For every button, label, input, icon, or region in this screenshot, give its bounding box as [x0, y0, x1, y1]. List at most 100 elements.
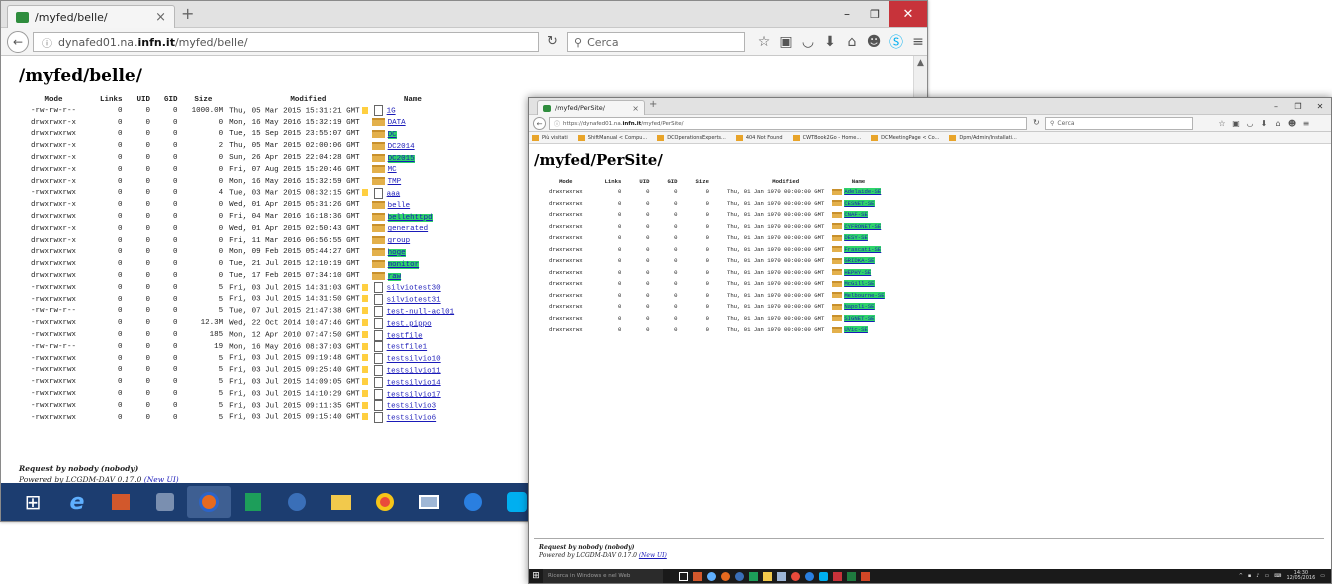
tray-battery-icon[interactable]: ▭: [1264, 573, 1269, 579]
site-link[interactable]: McGill-SE: [844, 280, 875, 288]
entry-link[interactable]: testsilvio3: [387, 403, 437, 411]
chat-icon-2[interactable]: ☻: [1285, 119, 1299, 128]
globe-icon-2[interactable]: [805, 571, 814, 581]
home-icon-2[interactable]: ⌂: [1271, 119, 1285, 128]
site-link[interactable]: Frascati-SE: [844, 245, 882, 253]
bookmark-item[interactable]: DCMeetingPage < Co...: [871, 134, 939, 141]
maximize-icon[interactable]: ❐: [861, 1, 889, 27]
site-link[interactable]: CNAF-SE: [844, 211, 868, 219]
firefox-icon[interactable]: [187, 486, 231, 518]
entry-link[interactable]: testsilvio10: [387, 356, 441, 364]
info-icon[interactable]: ⓘ: [42, 35, 52, 50]
url-bar[interactable]: ⓘ dynafed01.na. infn.it/myfed/belle/: [33, 32, 539, 52]
back-arrow-icon-2[interactable]: ←: [533, 117, 546, 130]
site-link[interactable]: UVic-SE: [844, 326, 868, 334]
reload-icon[interactable]: ↻: [547, 34, 558, 49]
entry-link[interactable]: testsilvio11: [387, 367, 441, 375]
site-link[interactable]: SIGNET-SE: [844, 314, 875, 322]
close-tab-icon-2[interactable]: ×: [632, 104, 639, 113]
calendar-icon[interactable]: [231, 486, 275, 518]
excel-icon[interactable]: [847, 571, 856, 581]
bookmark-item[interactable]: ShiftManual < Compu...: [577, 134, 647, 141]
tray-chevron-icon[interactable]: ^: [1239, 573, 1243, 579]
file-explorer-icon[interactable]: [319, 486, 363, 518]
site-link[interactable]: Melbourne-SE: [844, 291, 885, 299]
tray-network-icon[interactable]: ▪: [1248, 573, 1251, 579]
menu-icon[interactable]: ≡: [907, 34, 927, 50]
edge-icon[interactable]: e: [55, 486, 99, 518]
close-window-icon-2[interactable]: ✕: [1309, 98, 1331, 114]
reading-list-icon[interactable]: ▣: [775, 34, 797, 50]
taskbar-search-input[interactable]: Ricerca in Windows e nel Web: [543, 569, 663, 583]
search-input[interactable]: ⚲ Cerca: [567, 32, 745, 52]
site-link[interactable]: CYFRONET-SE: [844, 222, 882, 230]
pocket-icon-2[interactable]: ◡: [1243, 119, 1257, 128]
chat-icon[interactable]: ☻: [863, 34, 885, 50]
calendar-icon-2[interactable]: [749, 571, 758, 581]
remote-desktop-icon-2[interactable]: [777, 571, 786, 581]
entry-link[interactable]: test.pippo: [387, 320, 432, 328]
url-bar-2[interactable]: ⓘ https://dynafed01.na. infn.it/myfed/Per…: [549, 117, 1027, 130]
entry-link[interactable]: raw: [387, 272, 402, 281]
entry-link[interactable]: belle: [388, 202, 411, 210]
entry-link[interactable]: monitor: [387, 260, 420, 269]
chrome-icon-2[interactable]: [791, 571, 800, 581]
entry-link[interactable]: test-null-acl01: [387, 308, 455, 316]
download-icon[interactable]: ⬇: [819, 34, 841, 50]
pocket-icon[interactable]: ◡: [797, 34, 819, 50]
entry-link[interactable]: group: [388, 237, 411, 245]
file-explorer-icon-2[interactable]: [763, 571, 772, 581]
network-icon-2[interactable]: [735, 571, 744, 581]
bookmark-star-icon[interactable]: ☆: [753, 34, 775, 50]
bookmark-item[interactable]: Dpm/Admin/Installati...: [949, 134, 1017, 141]
new-ui-link-2[interactable]: (New UI): [639, 552, 667, 559]
entry-link[interactable]: generated: [388, 225, 429, 233]
site-link[interactable]: Napoli-SE: [844, 303, 875, 311]
download-icon-2[interactable]: ⬇: [1257, 119, 1271, 128]
scroll-up-icon[interactable]: ▲: [914, 58, 927, 68]
chrome-icon[interactable]: [363, 486, 407, 518]
store-icon-2[interactable]: [693, 571, 702, 581]
close-tab-icon[interactable]: ×: [155, 10, 166, 25]
bookmark-item[interactable]: 404 Not Found: [735, 134, 783, 141]
task-view-icon[interactable]: [679, 571, 688, 581]
entry-link[interactable]: aaa: [387, 190, 401, 198]
entry-link[interactable]: bellehttpd: [387, 213, 433, 222]
site-link[interactable]: GRIDKA-SE: [844, 257, 875, 265]
entry-link[interactable]: TMP: [388, 178, 402, 186]
windows-start-icon[interactable]: ⊞: [11, 486, 55, 518]
store-icon[interactable]: [99, 486, 143, 518]
maximize-icon-2[interactable]: ❐: [1287, 98, 1309, 114]
entry-link[interactable]: silviotest30: [387, 285, 441, 293]
network-icon[interactable]: [275, 486, 319, 518]
entry-link[interactable]: silviotest31: [387, 297, 441, 305]
new-tab-icon-2[interactable]: +: [649, 99, 657, 110]
entry-link[interactable]: testsilvio14: [387, 379, 441, 387]
powerpoint-icon-2[interactable]: [861, 571, 870, 581]
windows-start-icon-2[interactable]: ⊞: [529, 569, 543, 583]
globe-icon[interactable]: [451, 486, 495, 518]
tray-volume-icon[interactable]: ♪: [1256, 573, 1259, 579]
search-input-2[interactable]: ⚲ Cerca: [1045, 117, 1193, 130]
firefox-icon-2[interactable]: [721, 571, 730, 581]
clock[interactable]: 14:30 12/05/2016: [1286, 571, 1315, 581]
minimize-icon[interactable]: –: [833, 1, 861, 27]
entry-link[interactable]: testsilvio17: [387, 391, 441, 399]
notifications-icon[interactable]: ▭: [1320, 573, 1325, 579]
entry-link[interactable]: MC: [388, 166, 397, 174]
bookmark-item[interactable]: Più visitati: [532, 134, 568, 141]
tray-keyboard-icon[interactable]: ⌨: [1274, 573, 1281, 579]
home-icon[interactable]: ⌂: [841, 34, 863, 50]
site-link[interactable]: CESNET-SE: [844, 199, 875, 207]
entry-link[interactable]: testfile1: [387, 344, 428, 352]
tab-belle[interactable]: /myfed/belle/ ×: [7, 5, 175, 28]
shield-icon[interactable]: [833, 571, 842, 581]
entry-link[interactable]: 1G: [387, 108, 396, 116]
site-link[interactable]: Adelaide-SE: [844, 188, 882, 196]
entry-link[interactable]: DC: [387, 130, 397, 139]
menu-icon-2[interactable]: ≡: [1299, 119, 1313, 128]
bookmark-item[interactable]: CWTBook2Go - Home...: [792, 134, 861, 141]
edge-icon-2[interactable]: [707, 571, 716, 581]
tab-persite[interactable]: /myfed/PerSite/ ×: [537, 100, 645, 115]
bookmark-star-icon-2[interactable]: ☆: [1215, 119, 1229, 128]
